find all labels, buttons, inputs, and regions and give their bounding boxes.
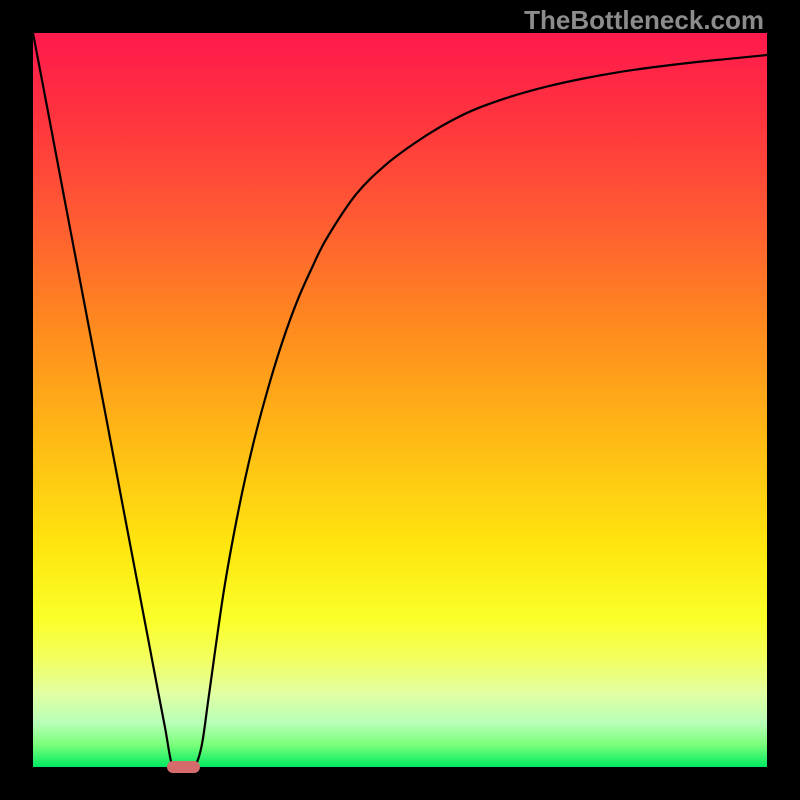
curve-layer (33, 33, 767, 767)
plot-area (33, 33, 767, 767)
optimal-marker (167, 761, 200, 773)
outer-frame: TheBottleneck.com (0, 0, 800, 800)
bottleneck-curve (33, 33, 767, 767)
watermark-text: TheBottleneck.com (524, 5, 764, 36)
